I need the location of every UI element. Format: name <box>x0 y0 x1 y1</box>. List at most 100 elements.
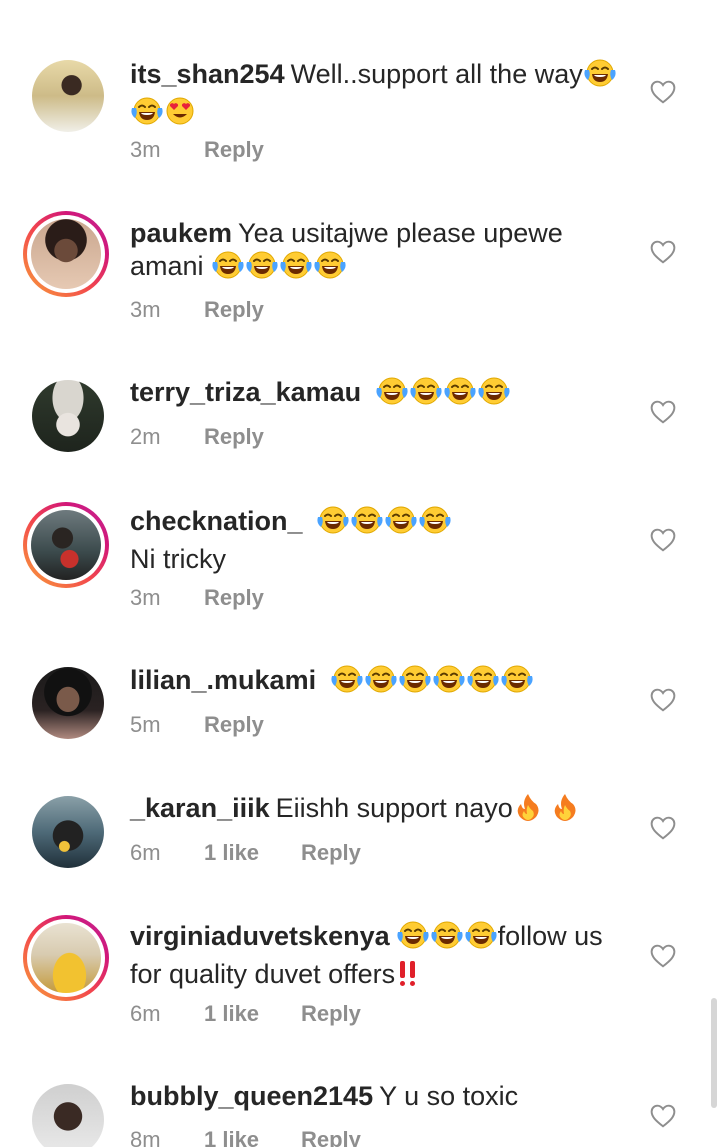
comment-time: 3m <box>130 297 161 322</box>
fire-icon <box>513 792 543 830</box>
avatar[interactable] <box>23 211 109 297</box>
reply-button[interactable]: Reply <box>301 839 361 867</box>
avatar-photo <box>32 667 104 739</box>
laugh-cry-icon <box>350 505 384 543</box>
comment-meta: 3m Reply <box>130 584 264 612</box>
scrollbar-thumb[interactable] <box>711 998 717 1108</box>
comment-feed: its_shan254 Well..support all the way 3m R… <box>0 0 718 1147</box>
double-exclamation-icon <box>395 958 421 996</box>
comment-time: 3m <box>130 137 161 162</box>
reply-button[interactable]: Reply <box>204 296 264 324</box>
like-count[interactable]: 1 like <box>204 1000 301 1028</box>
reply-button[interactable]: Reply <box>204 423 264 451</box>
avatar[interactable] <box>23 915 109 1001</box>
laugh-cry-icon <box>279 250 313 288</box>
comment-body: checknation_ Ni tricky <box>130 505 630 576</box>
laugh-cry-icon <box>443 376 477 414</box>
comment-time: 3m <box>130 585 161 610</box>
comment-meta: 3m Reply <box>130 296 264 324</box>
comment-time: 8m <box>130 1127 161 1147</box>
avatar[interactable] <box>32 1084 104 1147</box>
reply-button[interactable]: Reply <box>301 1000 361 1028</box>
avatar-photo <box>31 510 101 580</box>
heart-outline-icon[interactable] <box>650 688 676 712</box>
comment-body: virginiaduvetskenya follow us for quality… <box>130 920 630 996</box>
laugh-cry-icon <box>418 505 452 543</box>
comment-username[interactable]: bubbly_queen2145 <box>130 1081 373 1111</box>
comment-text-line2: Ni tricky <box>130 544 226 574</box>
fire-icon <box>550 792 580 830</box>
comment-meta: 6m 1 like Reply <box>130 1000 361 1028</box>
laugh-cry-icon <box>432 664 466 702</box>
laugh-cry-icon <box>409 376 443 414</box>
comment-username[interactable]: checknation_ <box>130 506 303 536</box>
comment-meta: 3m Reply <box>130 136 264 164</box>
comment-username[interactable]: _karan_iiik <box>130 793 270 823</box>
laugh-cry-icon <box>396 920 430 958</box>
laugh-cry-icon <box>466 664 500 702</box>
laugh-cry-icon <box>245 250 279 288</box>
comment-meta: 2m Reply <box>130 423 264 451</box>
heart-eyes-icon <box>164 96 196 134</box>
avatar-photo <box>32 796 104 868</box>
reply-button[interactable]: Reply <box>204 711 264 739</box>
avatar-photo <box>31 219 101 289</box>
laugh-cry-icon <box>330 664 364 702</box>
comment-meta: 8m 1 like Reply <box>130 1126 361 1147</box>
avatar[interactable] <box>23 502 109 588</box>
avatar-photo <box>32 1084 104 1147</box>
reply-button[interactable]: Reply <box>301 1126 361 1147</box>
comment-meta: 6m 1 like Reply <box>130 839 361 867</box>
heart-outline-icon[interactable] <box>650 240 676 264</box>
comment-text: Y u so toxic <box>379 1081 519 1111</box>
laugh-cry-icon <box>384 505 418 543</box>
comment-username[interactable]: lilian_.mukami <box>130 665 316 695</box>
laugh-cry-icon <box>464 920 498 958</box>
laugh-cry-icon <box>130 96 164 134</box>
heart-outline-icon[interactable] <box>650 80 676 104</box>
comment-time: 2m <box>130 424 161 449</box>
avatar-photo <box>32 60 104 132</box>
laugh-cry-icon <box>477 376 511 414</box>
laugh-cry-icon <box>211 250 245 288</box>
heart-outline-icon[interactable] <box>650 816 676 840</box>
comment-body: paukem Yea usitajwe please upewe amani <box>130 217 630 288</box>
heart-outline-icon[interactable] <box>650 528 676 552</box>
comment-username[interactable]: virginiaduvetskenya <box>130 921 390 951</box>
comment-text-line2: amani <box>130 251 204 281</box>
like-count[interactable]: 1 like <box>204 839 301 867</box>
laugh-cry-icon <box>313 250 347 288</box>
laugh-cry-icon <box>398 664 432 702</box>
comment-username[interactable]: paukem <box>130 218 232 248</box>
comment-text: Well..support all the way <box>290 59 583 89</box>
avatar[interactable] <box>32 60 104 132</box>
avatar-photo <box>31 923 101 993</box>
laugh-cry-icon <box>583 58 617 96</box>
reply-button[interactable]: Reply <box>204 584 264 612</box>
avatar[interactable] <box>32 796 104 868</box>
comment-text: Yea usitajwe please upewe <box>238 218 563 248</box>
laugh-cry-icon <box>500 664 534 702</box>
laugh-cry-icon <box>430 920 464 958</box>
comment-username[interactable]: terry_triza_kamau <box>130 377 361 407</box>
comment-time: 5m <box>130 712 161 737</box>
like-count[interactable]: 1 like <box>204 1126 301 1147</box>
heart-outline-icon[interactable] <box>650 400 676 424</box>
avatar[interactable] <box>32 667 104 739</box>
heart-outline-icon[interactable] <box>650 944 676 968</box>
heart-outline-icon[interactable] <box>650 1104 676 1128</box>
comment-time: 6m <box>130 840 161 865</box>
comment-body: its_shan254 Well..support all the way <box>130 58 630 134</box>
comment-body: lilian_.mukami <box>130 664 630 702</box>
avatar-photo <box>32 380 104 452</box>
laugh-cry-icon <box>316 505 350 543</box>
comment-username[interactable]: its_shan254 <box>130 59 285 89</box>
comment-body: bubbly_queen2145 Y u so toxic <box>130 1080 630 1113</box>
avatar[interactable] <box>32 380 104 452</box>
comment-time: 6m <box>130 1001 161 1026</box>
laugh-cry-icon <box>375 376 409 414</box>
laugh-cry-icon <box>364 664 398 702</box>
comment-body: terry_triza_kamau <box>130 376 630 414</box>
reply-button[interactable]: Reply <box>204 136 264 164</box>
comment-text: Eiishh support nayo <box>275 793 513 823</box>
